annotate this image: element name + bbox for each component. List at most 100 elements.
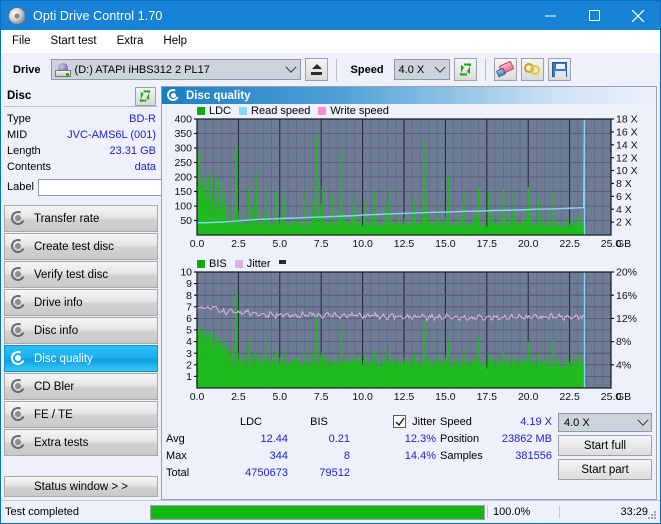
svg-text:10.0: 10.0 [352,391,373,403]
start-full-button[interactable]: Start full [558,435,652,456]
sidebar-item-disc-quality[interactable]: Disc quality [4,345,158,372]
menu-file[interactable]: File [10,33,40,49]
disc-contents-value: data [134,161,156,173]
menu-help[interactable]: Help [161,33,196,49]
status-window-button[interactable]: Status window > > [4,476,158,497]
chart1-svg: 501001502002503003504002 X4 X6 X8 X10 X1… [174,114,637,250]
disc-mid-label: MID [7,129,28,141]
sidebar-item-label: Create test disc [34,240,114,253]
svg-text:12.5: 12.5 [394,238,415,250]
sidebar-item-fe-te[interactable]: FE / TE [4,401,158,428]
erase-button[interactable] [493,58,517,81]
stats-header-bis: BIS [310,415,328,428]
svg-text:GB: GB [616,238,631,250]
chart2-svg: 12345678910 4% 8% 12% 16% 20% 0.0 2.5 5.0 7.5 10.0… [180,267,637,403]
speed-select[interactable]: 4.0 X [393,59,450,80]
menu-extra[interactable]: Extra [115,33,153,49]
svg-text:300: 300 [174,143,192,155]
drive-label: Drive [13,63,41,76]
legend-label-ldc: LDC [209,105,232,117]
svg-text:20%: 20% [616,267,637,279]
svg-text:8: 8 [186,290,192,302]
menu-start-test[interactable]: Start test [49,33,106,49]
info-label-position: Position [440,432,480,445]
resize-grip[interactable] [647,510,657,520]
legend-swatch-jitter [234,260,243,268]
legend-label-read-speed: Read speed [251,105,311,117]
stats-avg-bis: 0.21 [328,432,350,445]
toolbar: Drive (D:) ATAPI iHBS312 2 PL17 Speed 4.… [1,53,660,86]
stats-row-label: Avg [166,432,185,445]
status-text: Test completed [5,506,79,518]
chart-bis-jitter: BIS Jitter 1 2 3 4 5 6 7 8 9 10 4% 8% 12% 16% 20% 0.0 2.… [164,258,654,409]
svg-text:16%: 16% [616,290,637,302]
disc-type-label: Type [7,113,31,125]
svg-text:5.0: 5.0 [272,391,287,403]
close-icon[interactable] [616,1,660,30]
disc-refresh-button[interactable] [135,86,156,106]
svg-text:400: 400 [174,114,192,126]
legend-swatch-ldc [197,107,205,115]
save-button[interactable] [547,58,571,81]
maximize-icon[interactable] [572,1,616,30]
caption-buttons [528,1,660,30]
sidebar-item-label: Extra tests [34,436,89,449]
disc-section-title: Disc [7,90,32,102]
chart-ldc-readspeed: LDC Read speed Write speed 50 100 150 200 25… [164,105,654,256]
sidebar-item-extra-tests[interactable]: Extra tests [4,429,158,456]
svg-text:5.0: 5.0 [272,238,287,250]
sidebar-item-cd-bler[interactable]: CD Bler [4,373,158,400]
panel-header: Disc quality [162,87,656,104]
speed-select-value: 4.0 X [398,63,425,76]
svg-text:0.0: 0.0 [190,238,205,250]
svg-text:12.5: 12.5 [394,391,415,403]
stats-table: LDC BIS Jitter Avg 12.44 0.21 12.3% Max … [166,413,436,499]
save-icon [551,62,567,77]
svg-text:7.5: 7.5 [314,391,329,403]
test-speed-select[interactable]: 4.0 X [558,413,652,432]
minimize-icon[interactable] [528,1,572,30]
disc-icon [9,432,27,451]
disc-icon [9,376,27,395]
window-title: Opti Drive Control 1.70 [33,8,163,23]
page-title: Disc quality [186,89,251,102]
toolbar-divider-2 [484,58,486,81]
disc-info-row-length: Length 23.31 GB [7,143,156,159]
stats-max-bis: 8 [343,449,350,462]
sidebar-item-drive-info[interactable]: Drive info [4,289,158,316]
sidebar-item-label: CD Bler [34,380,75,393]
start-part-button[interactable]: Start part [558,459,652,480]
svg-text:7: 7 [186,301,192,313]
svg-text:2 X: 2 X [616,217,632,229]
svg-text:17.5: 17.5 [477,238,498,250]
sidebar-item-disc-info[interactable]: Disc info [4,317,158,344]
jitter-checkbox[interactable] [393,415,407,428]
eject-button[interactable] [304,58,328,81]
sidebar-item-label: Verify test disc [34,268,109,281]
chart2-legend: BIS Jitter [197,258,286,270]
refresh-icon [458,62,473,77]
sidebar-item-transfer-rate[interactable]: Transfer rate [4,205,158,232]
drive-select[interactable]: (D:) ATAPI iHBS312 2 PL17 [50,59,301,80]
info-row-position: Position 23862 MB [440,430,558,447]
disc-mid-value: JVC-AMS6L (001) [67,129,156,141]
svg-text:10.0: 10.0 [352,238,373,250]
stats-actions: 4.0 X Start full Start part [558,413,656,499]
sidebar-item-create-test-disc[interactable]: Create test disc [4,233,158,260]
rings-button[interactable] [520,58,544,81]
svg-text:GB: GB [616,391,631,403]
sidebar-item-label: Disc quality [34,352,93,365]
chevron-down-icon [634,414,651,427]
svg-text:6: 6 [186,313,192,325]
svg-text:22.5: 22.5 [559,391,580,403]
disc-info-row-mid: MID JVC-AMS6L (001) [7,127,156,143]
legend-swatch-bis [197,260,205,268]
svg-text:150: 150 [174,186,192,198]
disc-icon [9,264,27,283]
legend-marker-dark [278,260,286,264]
stats-row-total: Total 4750673 79512 [166,464,436,481]
sidebar-item-verify-test-disc[interactable]: Verify test disc [4,261,158,288]
disc-info-row-type: Type BD-R [7,111,156,127]
main-panel: Disc quality LDC Read speed Write speed … [161,86,657,500]
refresh-button[interactable] [453,58,477,81]
